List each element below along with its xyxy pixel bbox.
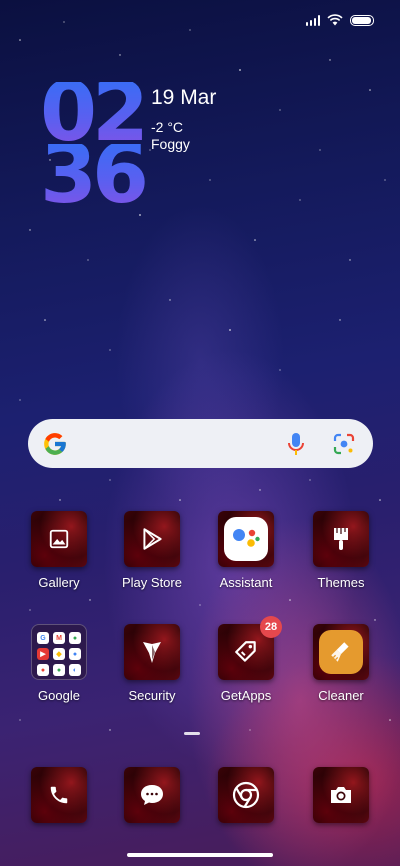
app-security[interactable]: Security bbox=[105, 624, 199, 703]
app-assistant[interactable]: Assistant bbox=[199, 511, 293, 590]
security-tile bbox=[124, 624, 180, 680]
cleaner-tile bbox=[313, 624, 369, 680]
assistant-tile bbox=[218, 511, 274, 567]
play-store-tile bbox=[124, 511, 180, 567]
dock-messages[interactable] bbox=[105, 767, 199, 823]
folder-icon: G M ● ▶ ◆ ● ● ● ◐ bbox=[31, 624, 87, 680]
messages-tile bbox=[124, 767, 180, 823]
broom-icon bbox=[319, 630, 363, 674]
dock-chrome[interactable] bbox=[199, 767, 293, 823]
battery-icon bbox=[350, 14, 374, 26]
app-label: Gallery bbox=[38, 575, 80, 590]
weather-widget[interactable]: 19 Mar -2 °C Foggy bbox=[151, 86, 216, 152]
paintbrush-icon bbox=[334, 528, 348, 550]
app-label: Themes bbox=[317, 575, 365, 590]
app-cleaner[interactable]: Cleaner bbox=[294, 624, 388, 703]
gesture-navigation-bar[interactable] bbox=[127, 853, 273, 857]
chrome-tile bbox=[218, 767, 274, 823]
chrome-icon bbox=[232, 781, 260, 809]
notification-badge: 28 bbox=[260, 616, 282, 638]
play-triangle-icon bbox=[143, 528, 162, 550]
cellular-signal-icon bbox=[305, 14, 320, 26]
status-bar bbox=[305, 14, 374, 26]
chat-bubble-icon bbox=[141, 785, 163, 805]
phone-tile bbox=[31, 767, 87, 823]
app-label: Assistant bbox=[219, 575, 273, 590]
google-search-bar[interactable] bbox=[28, 419, 373, 468]
app-label: Play Store bbox=[122, 575, 182, 590]
tag-icon bbox=[235, 641, 256, 662]
image-icon bbox=[49, 529, 69, 549]
themes-tile bbox=[313, 511, 369, 567]
wifi-icon bbox=[327, 14, 343, 26]
camera-icon bbox=[331, 787, 351, 803]
app-label: GetApps bbox=[220, 688, 272, 703]
gallery-tile bbox=[31, 511, 87, 567]
app-play-store[interactable]: Play Store bbox=[105, 511, 199, 590]
google-g-icon bbox=[44, 432, 66, 455]
clock-widget[interactable]: 02 36 bbox=[40, 72, 150, 216]
app-themes[interactable]: Themes bbox=[294, 511, 388, 590]
dock-camera[interactable] bbox=[294, 767, 388, 823]
app-label: Google bbox=[38, 688, 80, 703]
google-lens-icon[interactable] bbox=[333, 433, 355, 455]
assistant-dots-icon bbox=[224, 517, 268, 561]
app-google-folder[interactable]: G M ● ▶ ◆ ● ● ● ◐ Google bbox=[12, 624, 106, 703]
camera-tile bbox=[313, 767, 369, 823]
page-indicator[interactable] bbox=[184, 732, 200, 735]
temperature-label: -2 °C bbox=[151, 119, 184, 135]
app-label: Security bbox=[128, 688, 176, 703]
date-label: 19 Mar bbox=[151, 86, 217, 109]
clock-minutes: 36 bbox=[40, 134, 150, 216]
phone-icon bbox=[50, 786, 68, 804]
weather-condition-label: Foggy bbox=[151, 136, 190, 152]
battery-level bbox=[352, 16, 371, 24]
microphone-icon[interactable] bbox=[287, 432, 305, 456]
shield-icon bbox=[143, 642, 161, 663]
app-label: Cleaner bbox=[318, 688, 364, 703]
getapps-tile: 28 bbox=[218, 616, 282, 680]
app-getapps[interactable]: 28 GetApps bbox=[199, 616, 293, 703]
app-gallery[interactable]: Gallery bbox=[12, 511, 106, 590]
dock-phone[interactable] bbox=[12, 767, 106, 823]
